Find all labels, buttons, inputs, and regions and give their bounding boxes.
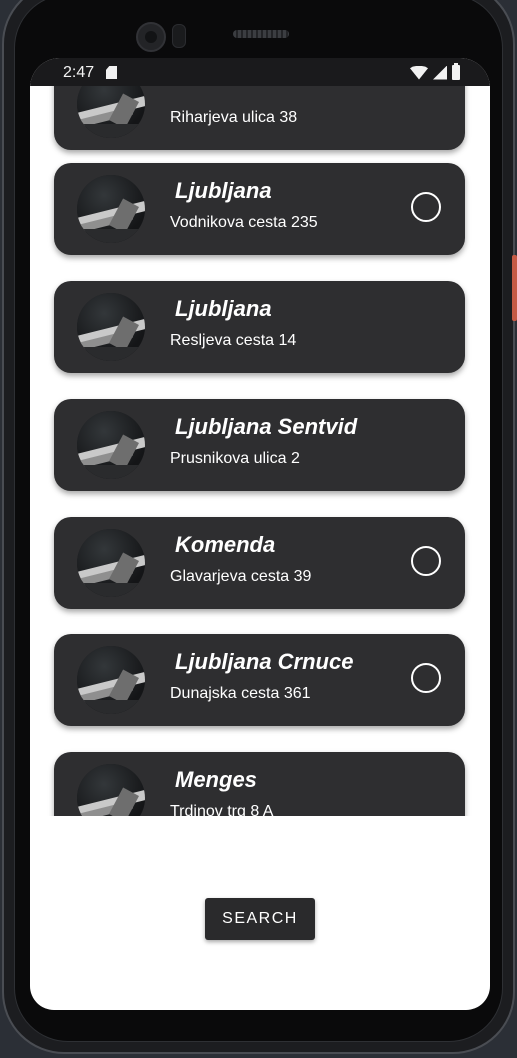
location-city: Ljubljana bbox=[175, 296, 272, 321]
location-card[interactable]: Komenda Glavarjeva cesta 39 bbox=[54, 517, 465, 609]
power-button bbox=[512, 255, 517, 321]
location-thumbnail bbox=[77, 529, 145, 597]
signal-icon bbox=[433, 65, 447, 80]
location-card[interactable]: Ljubljana Crnuce Dunajska cesta 361 bbox=[54, 634, 465, 726]
select-radio[interactable] bbox=[411, 663, 441, 693]
select-radio[interactable] bbox=[411, 192, 441, 222]
location-thumbnail bbox=[77, 646, 145, 714]
location-city: Komenda bbox=[175, 532, 276, 557]
location-street: Riharjeva ulica 38 bbox=[170, 109, 298, 126]
location-street: Trdinov trg 8 A bbox=[170, 803, 274, 816]
location-city: Menges bbox=[175, 767, 257, 792]
location-thumbnail bbox=[77, 764, 145, 816]
location-thumbnail bbox=[77, 86, 145, 138]
status-time: 2:47 bbox=[63, 64, 95, 81]
wifi-icon bbox=[410, 65, 428, 80]
status-icons bbox=[410, 63, 460, 80]
sensor-icon bbox=[172, 24, 186, 48]
location-street: Vodnikova cesta 235 bbox=[170, 214, 318, 231]
location-street: Resljeva cesta 14 bbox=[170, 332, 297, 349]
location-card[interactable]: Ljubljana Resljeva cesta 14 bbox=[54, 281, 465, 373]
location-card[interactable]: Menges Trdinov trg 8 A bbox=[54, 752, 465, 816]
location-city: Ljubljana Crnuce bbox=[175, 649, 354, 674]
location-thumbnail bbox=[77, 175, 145, 243]
battery-icon bbox=[452, 63, 460, 80]
front-camera-icon bbox=[136, 22, 166, 52]
location-card[interactable]: Ljubljana Vodnikova cesta 235 bbox=[54, 163, 465, 255]
location-street: Prusnikova ulica 2 bbox=[170, 450, 300, 467]
location-thumbnail bbox=[77, 293, 145, 361]
location-thumbnail bbox=[77, 411, 145, 479]
location-card[interactable]: Riharjeva ulica 38 bbox=[54, 86, 465, 150]
location-street: Dunajska cesta 361 bbox=[170, 685, 311, 702]
location-card[interactable]: Ljubljana Sentvid Prusnikova ulica 2 bbox=[54, 399, 465, 491]
sd-card-icon bbox=[106, 66, 117, 79]
location-list[interactable]: Riharjeva ulica 38 Ljubljana Vodnikova ces… bbox=[30, 86, 490, 816]
app-screen: 2:47 Riharjeva ulica 38 Ljubljana Vodnikov… bbox=[30, 58, 490, 1010]
location-city: Ljubljana bbox=[175, 178, 272, 203]
earpiece-speaker bbox=[233, 30, 289, 38]
search-button[interactable]: SEARCH bbox=[205, 898, 315, 940]
status-bar: 2:47 bbox=[30, 58, 490, 86]
location-street: Glavarjeva cesta 39 bbox=[170, 568, 312, 585]
location-city: Ljubljana Sentvid bbox=[175, 414, 358, 439]
select-radio[interactable] bbox=[411, 546, 441, 576]
